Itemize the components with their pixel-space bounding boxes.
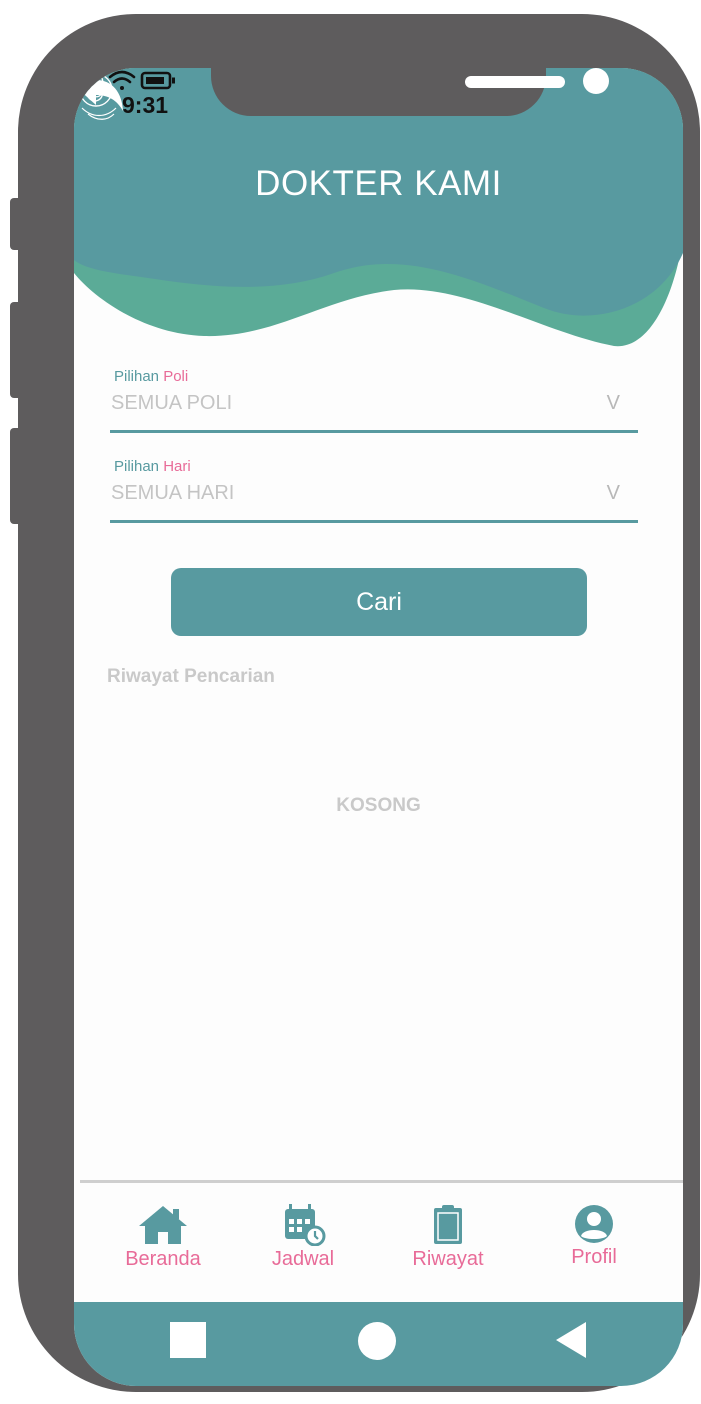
home-icon <box>139 1206 187 1244</box>
phone-frame: 9:31 DOKTER KAMI Pilihan Poli SEMUA POLI… <box>18 14 700 1392</box>
poli-select-label: Pilihan Poli <box>114 368 189 385</box>
calendar-clock-icon <box>285 1204 326 1246</box>
speaker-grille <box>465 76 565 88</box>
hari-select-label: Pilihan Hari <box>114 458 191 475</box>
system-back-button[interactable] <box>556 1322 586 1358</box>
app-screen: 9:31 DOKTER KAMI Pilihan Poli SEMUA POLI… <box>74 68 683 1386</box>
empty-history-text: KOSONG <box>336 795 421 816</box>
nav-item-riwayat[interactable]: Riwayat <box>383 1204 513 1278</box>
bottom-nav-divider <box>80 1180 683 1183</box>
chevron-down-icon: V <box>606 392 620 414</box>
front-camera <box>583 68 609 94</box>
hari-select[interactable]: Pilihan Hari SEMUA HARI V <box>110 458 638 523</box>
system-navigation-bar <box>74 1302 683 1386</box>
nav-label-riwayat: Riwayat <box>412 1248 484 1270</box>
phone-notch <box>211 68 609 116</box>
status-time: 9:31 <box>122 92 169 118</box>
user-icon <box>575 1205 613 1243</box>
home-button[interactable] <box>358 1322 396 1360</box>
nav-label-jadwal: Jadwal <box>271 1248 335 1270</box>
poli-select[interactable]: Pilihan Poli SEMUA POLI V <box>110 368 638 433</box>
battery-icon <box>140 71 175 90</box>
search-button[interactable]: Cari <box>171 568 587 636</box>
poli-select-value: SEMUA POLI <box>111 392 233 414</box>
app-header: 9:31 DOKTER KAMI <box>74 68 683 358</box>
nav-label-profil: Profil <box>571 1246 617 1268</box>
clinic-logo <box>79 70 117 120</box>
clipboard-icon <box>434 1205 462 1244</box>
recent-apps-button[interactable] <box>170 1322 206 1358</box>
page-title: DOKTER KAMI <box>255 164 502 203</box>
nav-label-beranda: Beranda <box>125 1248 201 1270</box>
nav-item-jadwal[interactable]: Jadwal <box>238 1204 368 1278</box>
chevron-down-icon: V <box>606 482 620 504</box>
hari-select-value: SEMUA HARI <box>111 482 235 504</box>
search-history-title: Riwayat Pencarian <box>107 666 275 687</box>
nav-item-beranda[interactable]: Beranda <box>98 1204 228 1278</box>
nav-item-profil[interactable]: Profil <box>529 1204 659 1278</box>
